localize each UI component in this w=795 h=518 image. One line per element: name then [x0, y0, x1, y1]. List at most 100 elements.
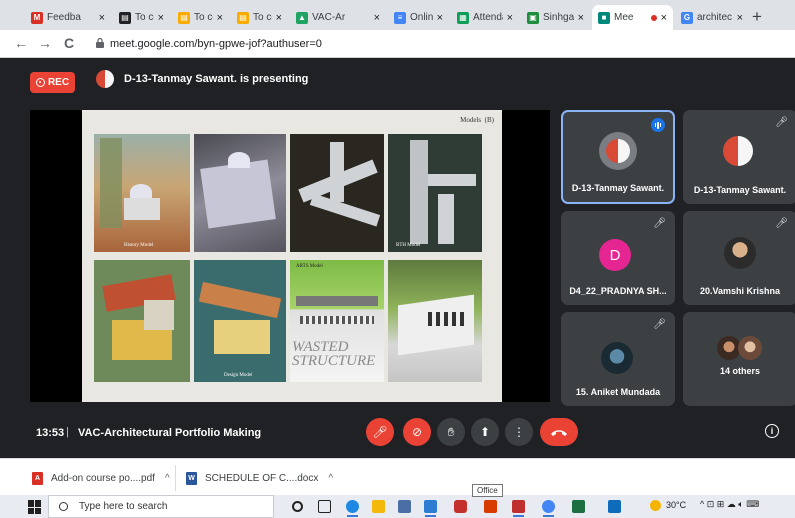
- plank-shape: [410, 140, 428, 244]
- weather-icon[interactable]: [650, 500, 661, 511]
- file-explorer-icon[interactable]: [372, 500, 385, 513]
- plank-shape: [438, 194, 454, 244]
- participant-tile[interactable]: D 🎤︎ D4_22_PRADNYA SH...: [561, 211, 675, 305]
- browser-tab[interactable]: M Feedba ×: [25, 5, 111, 30]
- search-placeholder: Type here to search: [79, 501, 168, 512]
- wall-shape: [198, 281, 282, 319]
- browser-tab[interactable]: Garchitec ×: [675, 5, 749, 30]
- participant-tile[interactable]: 🎤︎ 15. Aniket Mundada: [561, 312, 675, 406]
- participant-tile[interactable]: D-13-Tanmay Sawant.: [561, 110, 675, 204]
- chevron-up-icon[interactable]: ^: [165, 473, 170, 484]
- browser-tab-strip: M Feedba × ▤ To com × ▤ To com × ▤ To com × ▲ VAC-Ar ×…: [0, 0, 795, 30]
- windows-start-icon[interactable]: [28, 500, 42, 514]
- chevron-up-icon[interactable]: ^: [328, 473, 333, 484]
- reload-button[interactable]: C: [64, 35, 74, 51]
- building-shape: [200, 159, 276, 229]
- excel-icon[interactable]: [572, 500, 585, 513]
- browser-tab[interactable]: ▦ Attenda ×: [451, 5, 519, 30]
- forward-button[interactable]: →: [38, 35, 52, 51]
- hang-up-icon: [551, 429, 567, 436]
- browser-tab[interactable]: ▣ Sinhgad ×: [521, 5, 590, 30]
- wall-shape: [144, 300, 174, 330]
- new-tab-button[interactable]: +: [752, 7, 762, 27]
- taskbar-search[interactable]: Type here to search: [48, 495, 274, 518]
- task-view-icon[interactable]: [318, 500, 331, 513]
- divider: [175, 465, 176, 491]
- leave-call-button[interactable]: [540, 418, 578, 446]
- presenter-avatar: [96, 70, 114, 88]
- download-filename: SCHEDULE OF C....docx: [205, 472, 319, 484]
- pdf-icon: A: [32, 471, 43, 485]
- camera-toggle-button[interactable]: ⊘: [403, 418, 431, 446]
- download-item[interactable]: W SCHEDULE OF C....docx ^: [186, 468, 333, 488]
- close-tab-icon[interactable]: ×: [374, 12, 380, 24]
- browser-tab[interactable]: ▲ VAC-Ar ×: [290, 5, 386, 30]
- browser-tab[interactable]: ▤ To com ×: [113, 5, 170, 30]
- address-bar[interactable]: meet.google.com/byn-gpwe-jof?authuser=0: [110, 38, 322, 50]
- mic-muted-icon: 🎤︎: [653, 218, 666, 229]
- back-button[interactable]: ←: [14, 35, 28, 51]
- model-photo-bth: BTH Model: [388, 134, 482, 252]
- model-photo-white: [194, 134, 286, 252]
- avatar: [738, 336, 762, 360]
- system-tray-icons[interactable]: ^ ⊡ ⊞ ☁ 🔈︎ ⌨: [700, 499, 759, 510]
- chrome-icon[interactable]: [542, 500, 555, 517]
- meeting-details-button[interactable]: i: [765, 424, 779, 438]
- participant-name: 15. Aniket Mundada: [575, 387, 661, 397]
- participant-tile[interactable]: 🎤︎ 20.Vamshi Krishna: [683, 211, 795, 305]
- keep-icon: ▤: [178, 11, 190, 24]
- recording-dot-icon: [650, 14, 657, 21]
- sheets-icon: ▦: [457, 11, 469, 24]
- participant-name: D-13-Tanmay Sawant.: [571, 183, 665, 193]
- keep-icon: ▤: [237, 11, 249, 24]
- tab-label: Feedba: [47, 12, 81, 23]
- close-tab-icon[interactable]: ×: [578, 12, 584, 24]
- close-tab-icon[interactable]: ×: [737, 12, 743, 24]
- info-icon: i: [770, 426, 774, 436]
- close-tab-icon[interactable]: ×: [507, 12, 513, 24]
- tab-label: Mee: [614, 12, 634, 23]
- close-tab-icon[interactable]: ×: [661, 12, 667, 24]
- office-app-icon[interactable]: [484, 500, 497, 513]
- presenter-banner: D-13-Tanmay Sawant. is presenting: [96, 70, 308, 88]
- present-button[interactable]: ⬆: [471, 418, 499, 446]
- avatar: [724, 237, 756, 269]
- app-icon[interactable]: [512, 500, 525, 517]
- mic-muted-icon: 🎤︎: [653, 319, 666, 330]
- avatar: [723, 136, 753, 166]
- tab-label: Attenda: [473, 12, 503, 23]
- browser-tab[interactable]: ■ Mee ×: [592, 5, 673, 30]
- raise-hand-button[interactable]: ✋︎: [437, 418, 465, 446]
- plank-shape: [330, 142, 344, 202]
- slide-overlay-text: WASTED STRUCTURE: [292, 339, 376, 369]
- close-tab-icon[interactable]: ×: [437, 12, 443, 24]
- app-icon[interactable]: [608, 500, 621, 513]
- presentation-screen[interactable]: Models (B) History Model BTH Model Desig…: [30, 110, 550, 402]
- cortana-icon[interactable]: [292, 501, 303, 512]
- store-icon[interactable]: [398, 500, 411, 513]
- model-photo-design: Design Model: [194, 260, 286, 382]
- download-item[interactable]: A Add-on course po....pdf ^: [32, 468, 170, 488]
- browser-tab[interactable]: ▤ To com ×: [172, 5, 229, 30]
- participant-tile[interactable]: 🎤︎ D-13-Tanmay Sawant.: [683, 110, 795, 204]
- more-options-button[interactable]: ⋮: [505, 418, 533, 446]
- office-icon[interactable]: [454, 500, 467, 513]
- browser-tab[interactable]: ▤ To com ×: [231, 5, 288, 30]
- avatar-initial: D: [609, 246, 621, 264]
- close-tab-icon[interactable]: ×: [158, 12, 164, 24]
- mail-icon[interactable]: [424, 500, 437, 517]
- participant-name: 20.Vamshi Krishna: [699, 286, 781, 296]
- mic-off-icon: 🎤︎: [372, 425, 388, 439]
- edge-icon[interactable]: [346, 500, 359, 517]
- roof-shape: [296, 296, 378, 306]
- others-tile[interactable]: 14 others: [683, 312, 795, 406]
- dome-shape: [228, 152, 250, 168]
- mic-toggle-button[interactable]: 🎤︎: [366, 418, 394, 446]
- close-tab-icon[interactable]: ×: [217, 12, 223, 24]
- close-tab-icon[interactable]: ×: [276, 12, 282, 24]
- close-tab-icon[interactable]: ×: [99, 12, 105, 24]
- browser-tab[interactable]: ≡ Online ×: [388, 5, 449, 30]
- hand-icon: ✋︎: [447, 424, 455, 439]
- model-photo-house: [388, 260, 482, 382]
- model-photo-colorful: [94, 260, 190, 382]
